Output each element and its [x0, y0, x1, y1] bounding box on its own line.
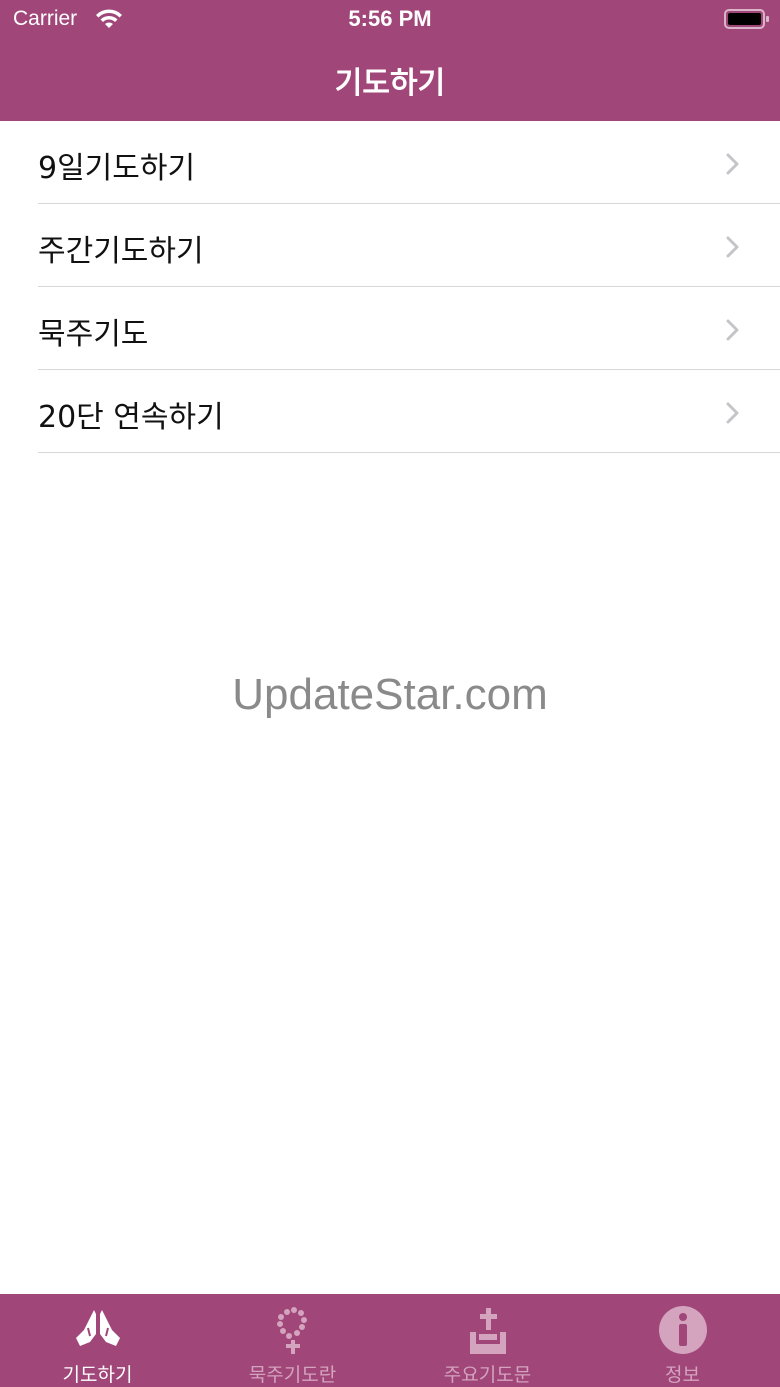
list-item-rosary[interactable]: 묵주기도 — [0, 287, 780, 370]
screen: Carrier 5:56 PM 기도하기 9일기도하기 주간기도하기 묵주기도 … — [0, 0, 780, 1387]
list-item-novena[interactable]: 9일기도하기 — [0, 121, 780, 204]
rosary-icon — [277, 1307, 307, 1354]
chevron-right-icon — [726, 402, 739, 424]
praying-hands-icon — [76, 1310, 120, 1346]
tab-bar: 기도하기 묵주기도란 주요기도문 정보 — [0, 1294, 780, 1387]
info-icon — [659, 1306, 707, 1354]
menu-list: 9일기도하기 주간기도하기 묵주기도 20단 연속하기 — [0, 121, 780, 453]
tab-label: 주요기도문 — [443, 1364, 532, 1386]
separator — [38, 452, 780, 453]
tab-info[interactable]: 정보 — [585, 1294, 780, 1387]
header: Carrier 5:56 PM 기도하기 — [0, 0, 780, 121]
tab-label: 정보 — [665, 1364, 700, 1386]
tab-label: 기도하기 — [62, 1364, 133, 1386]
list-item-label: 묵주기도 — [38, 317, 149, 352]
chevron-right-icon — [726, 236, 739, 258]
tab-rosary-info[interactable]: 묵주기도란 — [195, 1294, 390, 1387]
page-title: 기도하기 — [334, 66, 446, 101]
chevron-right-icon — [726, 153, 739, 175]
battery-icon — [724, 9, 769, 29]
list-item-20-decades[interactable]: 20단 연속하기 — [0, 370, 780, 453]
list-item-label: 주간기도하기 — [38, 234, 204, 269]
list-item-label: 9일기도하기 — [38, 151, 196, 186]
tab-pray[interactable]: 기도하기 — [0, 1294, 195, 1387]
watermark: UpdateStar.com — [232, 670, 548, 719]
list-item-label: 20단 연속하기 — [38, 400, 224, 435]
chevron-right-icon — [726, 319, 739, 341]
tab-label: 묵주기도란 — [248, 1364, 337, 1386]
list-item-weekly[interactable]: 주간기도하기 — [0, 204, 780, 287]
status-bar: Carrier 5:56 PM — [0, 0, 780, 40]
clock: 5:56 PM — [348, 6, 432, 31]
prayer-book-cross-icon — [470, 1308, 506, 1354]
tab-prayers[interactable]: 주요기도문 — [390, 1294, 585, 1387]
